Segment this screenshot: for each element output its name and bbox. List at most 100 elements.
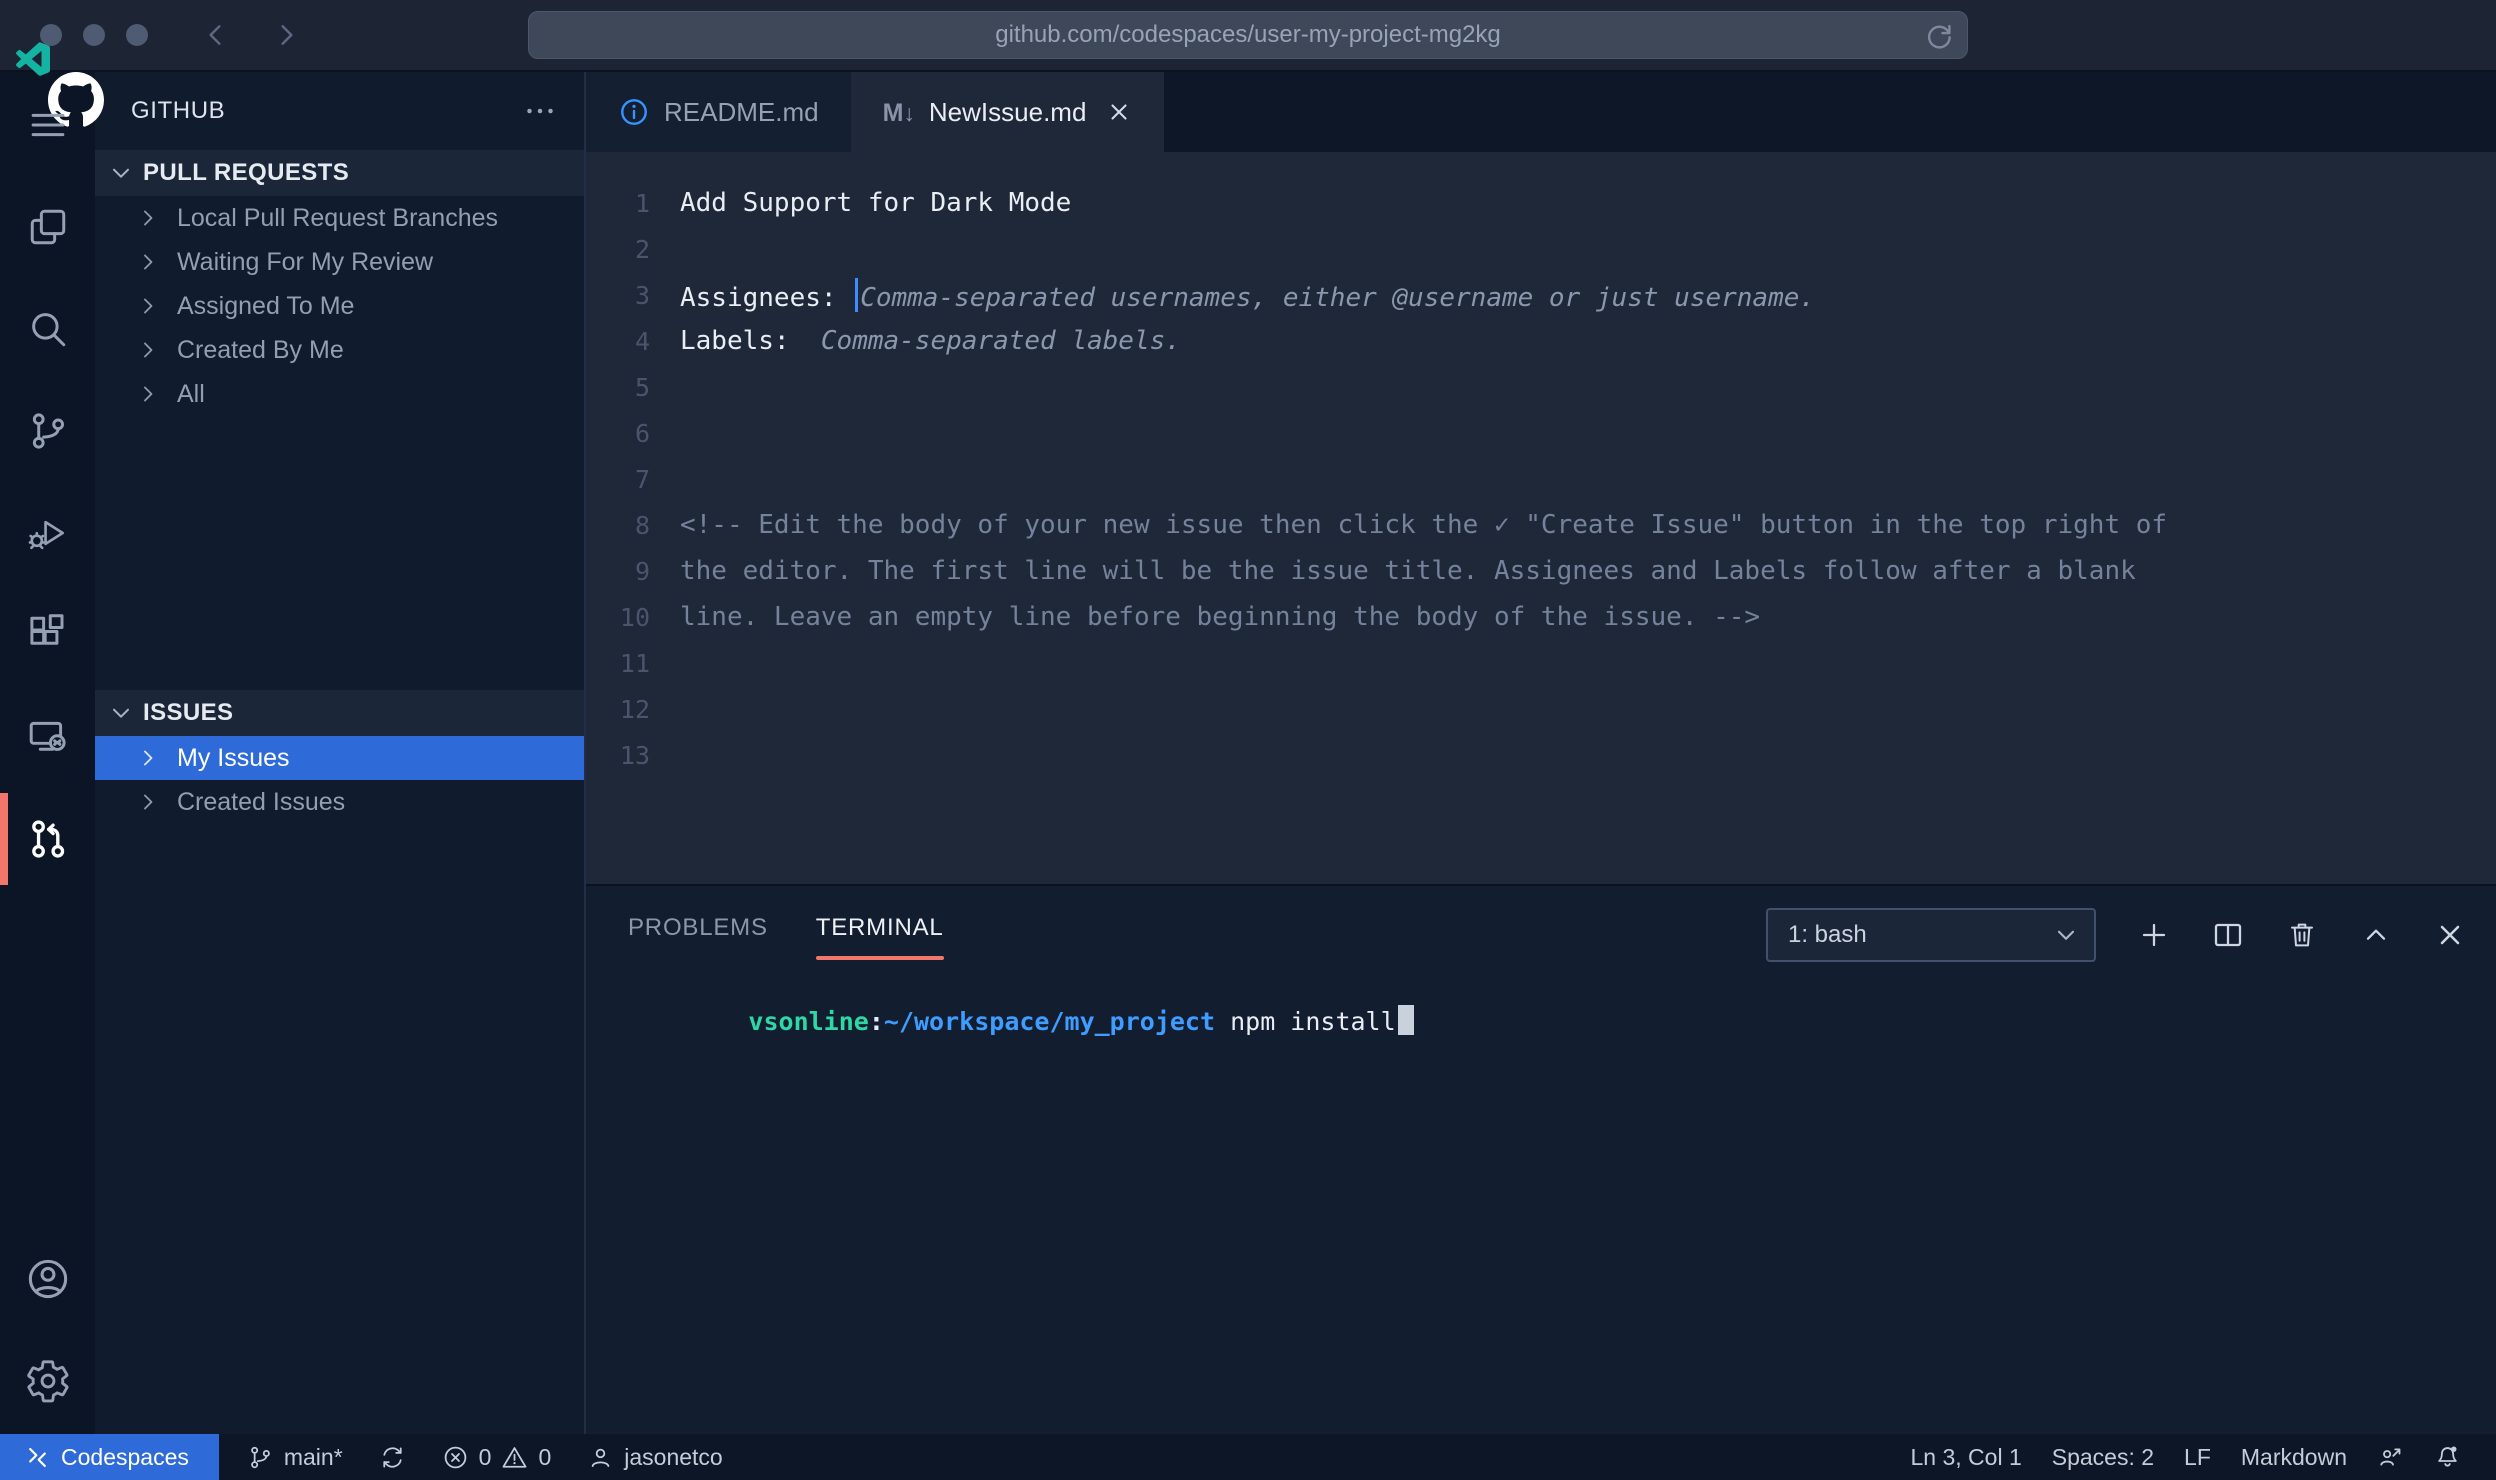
sidebar-item-assigned-to-me[interactable]: Assigned To Me	[95, 284, 584, 328]
panel-toolbar: 1: bash	[1766, 908, 2466, 962]
status-sync-button[interactable]	[361, 1434, 424, 1480]
status-account-indicator[interactable]: jasonetco	[569, 1434, 740, 1480]
line-content: <!-- Edit the body of your new issue the…	[680, 510, 2167, 540]
sidebar-empty-space	[95, 416, 584, 690]
activity-menu-toggle[interactable]	[0, 95, 95, 155]
status-indentation[interactable]: Spaces: 2	[2037, 1434, 2169, 1480]
code-segment: Labels:	[680, 326, 821, 356]
activity-account[interactable]	[0, 1256, 95, 1302]
editor-line: 11	[586, 640, 2496, 686]
terminal-path: ~/workspace/my_project	[884, 1007, 1215, 1036]
section-header-pull-requests[interactable]: PULL REQUESTS	[95, 150, 584, 196]
editor-line: 9the editor. The first line will be the …	[586, 548, 2496, 594]
editor-line: 5	[586, 364, 2496, 410]
collapse-panel-icon[interactable]	[2360, 919, 2392, 951]
markdown-icon: M↓	[883, 97, 915, 128]
status-label: Markdown	[2241, 1444, 2347, 1471]
editor-line: 10line. Leave an empty line before begin…	[586, 594, 2496, 640]
person-icon	[587, 1444, 614, 1471]
status-label: 0	[479, 1444, 492, 1471]
chevron-right-icon	[135, 789, 161, 815]
line-content: the editor. The first line will be the i…	[680, 556, 2136, 586]
tab-readme-md[interactable]: README.md	[586, 72, 851, 152]
activity-explorer[interactable]	[0, 197, 95, 257]
editor-line: 2	[586, 226, 2496, 272]
reload-icon[interactable]	[1923, 20, 1955, 52]
chevron-down-icon	[107, 159, 135, 187]
forward-button[interactable]	[270, 19, 302, 51]
editor-line: 3Assignees: Comma-separated usernames, e…	[586, 272, 2496, 318]
kill-terminal-icon[interactable]	[2286, 919, 2318, 951]
workbench: GITHUB PULL REQUESTS Local Pull Request B…	[0, 72, 2496, 1434]
panel-tab-problems[interactable]: PROBLEMS	[628, 914, 768, 956]
sidebar-item-local-pull-request-branches[interactable]: Local Pull Request Branches	[95, 196, 584, 240]
editor-line: 1 Add Support for Dark Mode	[586, 180, 2496, 226]
feedback-icon	[2377, 1444, 2404, 1471]
activity-search[interactable]	[0, 299, 95, 359]
line-number: 3	[586, 281, 650, 310]
window-minimize-button[interactable]	[83, 24, 105, 46]
editor-line: 6	[586, 410, 2496, 456]
address-bar[interactable]: github.com/codespaces/user-my-project-mg…	[528, 11, 1968, 59]
activity-settings[interactable]	[0, 1358, 95, 1404]
terminal[interactable]: vsonline:~/workspace/my_project npm inst…	[628, 976, 2496, 1065]
sidebar-item-waiting-for-my-review[interactable]: Waiting For My Review	[95, 240, 584, 284]
status-eol-indicator[interactable]: LF	[2169, 1434, 2226, 1480]
tab-newissue-md[interactable]: M↓NewIssue.md	[851, 72, 1165, 152]
sidebar-title: GITHUB	[131, 97, 522, 125]
status-cursor-position[interactable]: Ln 3, Col 1	[1896, 1434, 2037, 1480]
editor-cursor	[855, 278, 858, 312]
code-segment: Comma-separated labels.	[821, 326, 1181, 356]
sidebar-item-label: Created By Me	[177, 336, 344, 365]
line-number: 12	[586, 695, 650, 724]
status-branch-indicator[interactable]: main*	[229, 1434, 361, 1480]
line-number: 2	[586, 235, 650, 264]
sidebar-item-my-issues[interactable]: My Issues	[95, 736, 584, 780]
close-panel-icon[interactable]	[2434, 919, 2466, 951]
status-problems-indicator[interactable]: 00	[424, 1434, 570, 1480]
status-feedback-button[interactable]	[2362, 1434, 2419, 1480]
status-codespaces-indicator[interactable]: Codespaces	[0, 1434, 219, 1480]
sidebar-item-label: Local Pull Request Branches	[177, 204, 498, 233]
line-content: Add Support for Dark Mode	[680, 188, 1071, 218]
sidebar-item-created-issues[interactable]: Created Issues	[95, 780, 584, 824]
sidebar-item-all[interactable]: All	[95, 372, 584, 416]
status-language-mode[interactable]: Markdown	[2226, 1434, 2362, 1480]
line-number: 8	[586, 511, 650, 540]
window-maximize-button[interactable]	[126, 24, 148, 46]
section-label: ISSUES	[143, 699, 233, 727]
activity-source-control[interactable]	[0, 401, 95, 461]
new-terminal-icon[interactable]	[2138, 919, 2170, 951]
close-tab-icon[interactable]	[1106, 99, 1132, 125]
warning-icon	[501, 1444, 528, 1471]
terminal-user: vsonline	[748, 1007, 868, 1036]
error-icon	[442, 1444, 469, 1471]
status-notifications-button[interactable]	[2419, 1434, 2476, 1480]
activity-remote-explorer[interactable]	[0, 707, 95, 767]
chevron-right-icon	[135, 337, 161, 363]
editor-line: 13	[586, 732, 2496, 778]
section-label: PULL REQUESTS	[143, 159, 349, 187]
line-content: Labels: Comma-separated labels.	[680, 326, 1181, 356]
sidebar-header: GITHUB	[95, 72, 584, 150]
code-segment: the editor. The first line will be the i…	[680, 556, 2136, 586]
status-label: Codespaces	[61, 1444, 189, 1471]
activity-extensions[interactable]	[0, 605, 95, 665]
line-number: 13	[586, 741, 650, 770]
terminal-session-select[interactable]: 1: bash	[1766, 908, 2096, 962]
activity-run-and-debug[interactable]	[0, 503, 95, 563]
panel-tab-terminal[interactable]: TERMINAL	[816, 914, 944, 956]
more-actions-icon[interactable]	[522, 93, 558, 129]
status-label: jasonetco	[624, 1444, 722, 1471]
section-header-issues[interactable]: ISSUES	[95, 690, 584, 736]
editor-line: 12	[586, 686, 2496, 732]
status-label: Spaces: 2	[2052, 1444, 2154, 1471]
back-button[interactable]	[200, 19, 232, 51]
line-number: 1	[586, 189, 650, 218]
editor[interactable]: 1 Add Support for Dark Mode 2 3Assignees: C…	[586, 152, 2496, 884]
activity-github-pull-requests[interactable]	[0, 809, 95, 869]
sidebar-item-created-by-me[interactable]: Created By Me	[95, 328, 584, 372]
line-number: 5	[586, 373, 650, 402]
line-number: 4	[586, 327, 650, 356]
split-terminal-icon[interactable]	[2212, 919, 2244, 951]
